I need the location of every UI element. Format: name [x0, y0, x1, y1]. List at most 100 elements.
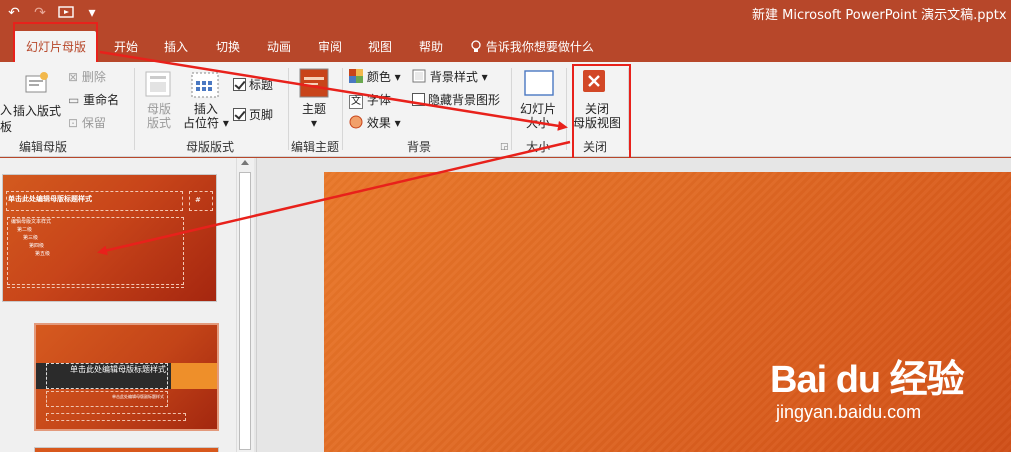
chevron-down-icon: ▾	[222, 116, 229, 130]
thumbnail-pane[interactable]: 单击此处编辑母版标题样式 # 编辑母版文本样式 第二级 第三级 第四级 第五级 …	[0, 158, 236, 452]
fonts-button[interactable]: 文 字体	[349, 91, 391, 109]
title-checkbox[interactable]: 标题	[233, 76, 273, 93]
scroll-up-arrow-icon[interactable]	[241, 160, 249, 165]
baidu-url: jingyan.baidu.com	[776, 402, 922, 422]
baidu-logo: Bai du 经验	[770, 359, 965, 401]
slideshow-icon[interactable]	[56, 3, 76, 23]
insert-placeholder-icon	[190, 71, 220, 102]
checkbox-checked-icon	[233, 108, 246, 121]
master-body-text: 编辑母版文本样式 第二级 第三级 第四级 第五级	[11, 218, 51, 258]
slide-size-icon	[523, 68, 555, 101]
layout-subtitle-text: 单击此处编辑母版副标题样式	[112, 394, 164, 399]
checkbox-checked-icon	[233, 78, 246, 91]
dialog-launcher-icon[interactable]: ◲	[500, 142, 509, 152]
scroll-thumb[interactable]	[239, 172, 251, 450]
effects-label: 效果	[366, 116, 391, 130]
hide-background-graphics-checkbox[interactable]: 隐藏背景图形	[412, 91, 500, 108]
group-label-size: 大小	[526, 140, 551, 154]
group-label-edit-theme: 编辑主题	[291, 140, 340, 154]
document-title: 新建 Microsoft PowerPoint 演示文稿.pptx	[752, 8, 1007, 23]
themes-label: 主题	[302, 102, 327, 116]
group-divider	[511, 68, 512, 150]
rename-button[interactable]: ▭ 重命名	[68, 91, 119, 108]
baidu-watermark: Bai du 经验 jingyan.baidu.com	[770, 359, 965, 423]
fonts-label: 字体	[366, 93, 391, 107]
group-divider	[342, 68, 343, 150]
group-label-master-layout: 母版版式	[186, 140, 235, 154]
insert-placeholder-label-1: 插入	[193, 102, 218, 116]
chevron-down-icon: ▾	[481, 70, 488, 84]
themes-button[interactable]: 主题 ▾	[302, 102, 326, 130]
slide-master-thumbnail[interactable]: 单击此处编辑母版标题样式 # 编辑母版文本样式 第二级 第三级 第四级 第五级	[2, 174, 217, 302]
master-layout-icon	[144, 70, 172, 101]
insert-placeholder-button[interactable]: 插入 占位符 ▾	[183, 102, 229, 130]
undo-icon[interactable]: ↶	[4, 3, 24, 23]
customize-qat-icon[interactable]: ▾	[82, 3, 102, 23]
slide-number-marker: #	[195, 196, 201, 204]
tab-review[interactable]: 审阅	[318, 38, 342, 55]
insert-layout-icon	[24, 70, 50, 99]
body-level-4: 第四级	[29, 243, 45, 249]
background-styles-icon	[412, 69, 426, 84]
ribbon: 板 入 插入版式 ⊠ 删除 ▭ 重命名 ⊡ 保留 编辑母版 母版 版式 插入 占…	[0, 62, 1011, 157]
effects-icon	[349, 115, 363, 130]
footer-placeholder	[7, 287, 184, 293]
checkbox-unchecked-icon	[412, 93, 425, 106]
tab-view[interactable]: 视图	[368, 38, 392, 55]
insert-placeholder-label-2: 占位符 ▾	[183, 116, 229, 130]
layout-title-text: 单击此处编辑母版标题样式	[70, 365, 166, 374]
themes-icon	[299, 68, 329, 101]
title-bar: ↶ ↷ ▾ 新建 Microsoft PowerPoint 演示文稿.pptx	[0, 0, 1011, 28]
insert-placeholder-text: 占位符	[183, 116, 220, 130]
tab-help[interactable]: 帮助	[419, 38, 443, 55]
title-checkbox-label: 标题	[249, 78, 274, 92]
colors-button[interactable]: 颜色 ▾	[349, 68, 401, 85]
body-level-2: 第二级	[17, 227, 33, 233]
group-divider	[288, 68, 289, 150]
tab-home[interactable]: 开始	[114, 38, 138, 55]
layout-thumbnail[interactable]	[34, 447, 219, 452]
thumbnail-scrollbar[interactable]	[236, 158, 254, 452]
tab-insert[interactable]: 插入	[164, 38, 188, 55]
rename-label: 重命名	[83, 93, 120, 107]
tab-transitions[interactable]: 切换	[216, 38, 240, 55]
group-label-background: 背景	[407, 140, 432, 154]
chevron-down-icon: ▾	[310, 116, 318, 130]
layout-thumbnail-selected[interactable]: 单击此处编辑母版标题样式 单击此处编辑母版副标题样式	[34, 323, 219, 431]
preserve-icon: ⊡	[68, 116, 79, 130]
group-divider	[134, 68, 135, 150]
master-title-text: 单击此处编辑母版标题样式	[8, 195, 92, 203]
insert-slide-master-button[interactable]: 板	[0, 118, 12, 135]
tab-animations[interactable]: 动画	[267, 38, 291, 55]
master-layout-label-1: 母版	[147, 102, 172, 116]
lightbulb-icon	[470, 40, 486, 54]
slide-size-label-2: 大小	[526, 116, 551, 130]
footer-checkbox-label: 页脚	[249, 108, 274, 122]
delete-icon: ⊠	[68, 70, 79, 84]
preserve-button[interactable]: ⊡ 保留	[68, 114, 106, 131]
insert-layout-button[interactable]: 插入版式	[13, 102, 61, 119]
chevron-down-icon: ▾	[394, 70, 401, 84]
accent-band	[171, 363, 217, 389]
rename-icon: ▭	[68, 93, 80, 107]
background-styles-label: 背景样式	[429, 70, 478, 84]
delete-label: 删除	[81, 70, 106, 84]
footer-checkbox[interactable]: 页脚	[233, 106, 273, 123]
pane-divider[interactable]	[256, 158, 257, 452]
tell-me-text: 告诉我你想要做什么	[485, 40, 594, 54]
tell-me-box[interactable]: 告诉我你想要做什么	[470, 38, 594, 55]
body-level-5: 第五级	[35, 251, 51, 257]
background-styles-button[interactable]: 背景样式 ▾	[412, 68, 488, 85]
group-label-edit-master: 编辑母版	[19, 140, 68, 154]
quick-access-toolbar: ↶ ↷ ▾	[4, 3, 102, 23]
preserve-label: 保留	[81, 116, 106, 130]
annotation-box-tab	[13, 22, 98, 64]
delete-button[interactable]: ⊠ 删除	[68, 68, 106, 85]
effects-button[interactable]: 效果 ▾	[349, 114, 401, 131]
master-layout-label-2: 版式	[147, 116, 172, 130]
hide-background-graphics-label: 隐藏背景图形	[428, 93, 501, 107]
body-level-3: 第三级	[23, 235, 39, 241]
redo-icon[interactable]: ↷	[30, 3, 50, 23]
slide-size-button[interactable]: 幻灯片 大小	[520, 102, 556, 130]
master-layout-button[interactable]: 母版 版式	[147, 102, 171, 130]
